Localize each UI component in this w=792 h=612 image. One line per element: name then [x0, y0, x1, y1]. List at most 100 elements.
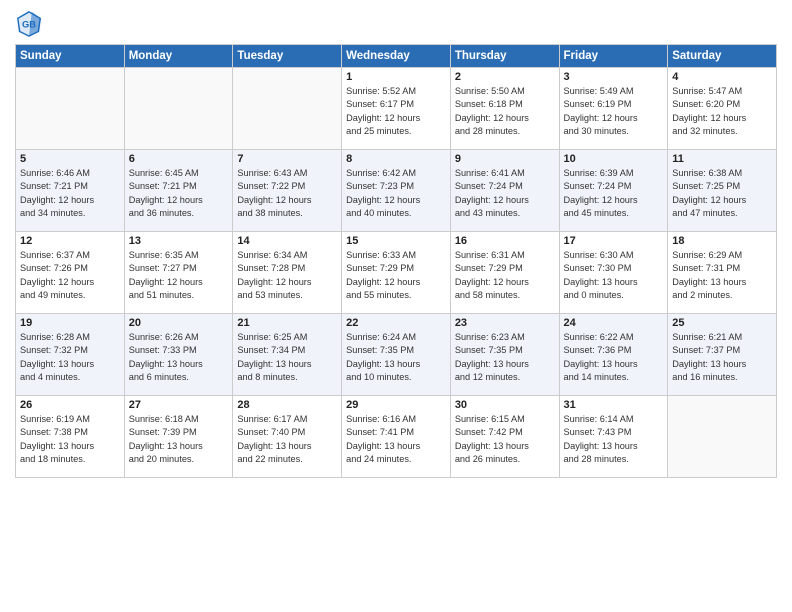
day-number: 13 [129, 235, 229, 247]
page: GB SundayMondayTuesdayWednesdayThursdayF… [0, 0, 792, 612]
calendar-cell: 21 Sunrise: 6:25 AM Sunset: 7:34 PM Dayli… [233, 314, 342, 396]
calendar-cell: 1 Sunrise: 5:52 AM Sunset: 6:17 PM Daylig… [342, 68, 451, 150]
day-number: 19 [20, 317, 120, 329]
day-info: Sunrise: 6:24 AM Sunset: 7:35 PM Dayligh… [346, 331, 446, 384]
logo: GB [15, 10, 46, 38]
day-number: 16 [455, 235, 555, 247]
day-number: 28 [237, 399, 337, 411]
day-number: 30 [455, 399, 555, 411]
calendar-cell: 11 Sunrise: 6:38 AM Sunset: 7:25 PM Dayli… [668, 150, 777, 232]
day-number: 8 [346, 153, 446, 165]
weekday-header-wednesday: Wednesday [342, 45, 451, 68]
day-number: 18 [672, 235, 772, 247]
day-info: Sunrise: 6:21 AM Sunset: 7:37 PM Dayligh… [672, 331, 772, 384]
calendar-cell: 23 Sunrise: 6:23 AM Sunset: 7:35 PM Dayli… [450, 314, 559, 396]
day-number: 31 [564, 399, 664, 411]
calendar-cell: 18 Sunrise: 6:29 AM Sunset: 7:31 PM Dayli… [668, 232, 777, 314]
calendar-cell: 13 Sunrise: 6:35 AM Sunset: 7:27 PM Dayli… [124, 232, 233, 314]
day-info: Sunrise: 6:25 AM Sunset: 7:34 PM Dayligh… [237, 331, 337, 384]
calendar-cell: 27 Sunrise: 6:18 AM Sunset: 7:39 PM Dayli… [124, 396, 233, 478]
day-number: 25 [672, 317, 772, 329]
calendar-cell: 30 Sunrise: 6:15 AM Sunset: 7:42 PM Dayli… [450, 396, 559, 478]
day-number: 11 [672, 153, 772, 165]
calendar-cell: 26 Sunrise: 6:19 AM Sunset: 7:38 PM Dayli… [16, 396, 125, 478]
day-info: Sunrise: 6:35 AM Sunset: 7:27 PM Dayligh… [129, 249, 229, 302]
calendar-cell: 24 Sunrise: 6:22 AM Sunset: 7:36 PM Dayli… [559, 314, 668, 396]
day-number: 27 [129, 399, 229, 411]
weekday-header-friday: Friday [559, 45, 668, 68]
day-info: Sunrise: 6:23 AM Sunset: 7:35 PM Dayligh… [455, 331, 555, 384]
svg-text:GB: GB [22, 20, 36, 30]
calendar-cell [124, 68, 233, 150]
day-info: Sunrise: 5:52 AM Sunset: 6:17 PM Dayligh… [346, 85, 446, 138]
day-number: 22 [346, 317, 446, 329]
calendar-cell [668, 396, 777, 478]
day-info: Sunrise: 6:28 AM Sunset: 7:32 PM Dayligh… [20, 331, 120, 384]
day-info: Sunrise: 6:26 AM Sunset: 7:33 PM Dayligh… [129, 331, 229, 384]
calendar-week-5: 26 Sunrise: 6:19 AM Sunset: 7:38 PM Dayli… [16, 396, 777, 478]
calendar-cell [233, 68, 342, 150]
day-info: Sunrise: 5:50 AM Sunset: 6:18 PM Dayligh… [455, 85, 555, 138]
day-info: Sunrise: 6:33 AM Sunset: 7:29 PM Dayligh… [346, 249, 446, 302]
day-number: 10 [564, 153, 664, 165]
day-number: 21 [237, 317, 337, 329]
calendar-cell: 5 Sunrise: 6:46 AM Sunset: 7:21 PM Daylig… [16, 150, 125, 232]
calendar-cell: 6 Sunrise: 6:45 AM Sunset: 7:21 PM Daylig… [124, 150, 233, 232]
day-number: 1 [346, 71, 446, 83]
calendar-cell: 2Sunrise: 5:50 AM Sunset: 6:18 PM Daylig… [450, 68, 559, 150]
day-number: 12 [20, 235, 120, 247]
calendar: SundayMondayTuesdayWednesdayThursdayFrid… [15, 44, 777, 478]
day-info: Sunrise: 6:14 AM Sunset: 7:43 PM Dayligh… [564, 413, 664, 466]
day-info: Sunrise: 6:16 AM Sunset: 7:41 PM Dayligh… [346, 413, 446, 466]
day-info: Sunrise: 6:30 AM Sunset: 7:30 PM Dayligh… [564, 249, 664, 302]
day-number: 3 [564, 71, 664, 83]
calendar-cell: 3 Sunrise: 5:49 AM Sunset: 6:19 PM Daylig… [559, 68, 668, 150]
day-info: Sunrise: 6:34 AM Sunset: 7:28 PM Dayligh… [237, 249, 337, 302]
day-info: Sunrise: 6:22 AM Sunset: 7:36 PM Dayligh… [564, 331, 664, 384]
header: GB [15, 10, 777, 38]
day-number: 5 [20, 153, 120, 165]
calendar-cell: 9 Sunrise: 6:41 AM Sunset: 7:24 PM Daylig… [450, 150, 559, 232]
day-info: Sunrise: 6:39 AM Sunset: 7:24 PM Dayligh… [564, 167, 664, 220]
day-info: Sunrise: 5:49 AM Sunset: 6:19 PM Dayligh… [564, 85, 664, 138]
logo-icon: GB [15, 10, 43, 38]
day-info: Sunrise: 6:38 AM Sunset: 7:25 PM Dayligh… [672, 167, 772, 220]
weekday-header-saturday: Saturday [668, 45, 777, 68]
day-info: Sunrise: 6:41 AM Sunset: 7:24 PM Dayligh… [455, 167, 555, 220]
day-info: Sunrise: 6:19 AM Sunset: 7:38 PM Dayligh… [20, 413, 120, 466]
calendar-cell: 7Sunrise: 6:43 AM Sunset: 7:22 PM Daylig… [233, 150, 342, 232]
calendar-cell: 20 Sunrise: 6:26 AM Sunset: 7:33 PM Dayli… [124, 314, 233, 396]
weekday-header-thursday: Thursday [450, 45, 559, 68]
day-number: 20 [129, 317, 229, 329]
day-info: Sunrise: 6:18 AM Sunset: 7:39 PM Dayligh… [129, 413, 229, 466]
calendar-cell: 12 Sunrise: 6:37 AM Sunset: 7:26 PM Dayli… [16, 232, 125, 314]
day-number: 24 [564, 317, 664, 329]
day-number: 26 [20, 399, 120, 411]
weekday-header-tuesday: Tuesday [233, 45, 342, 68]
calendar-cell: 15 Sunrise: 6:33 AM Sunset: 7:29 PM Dayli… [342, 232, 451, 314]
day-number: 23 [455, 317, 555, 329]
day-number: 6 [129, 153, 229, 165]
calendar-cell: 25 Sunrise: 6:21 AM Sunset: 7:37 PM Dayli… [668, 314, 777, 396]
calendar-cell: 8Sunrise: 6:42 AM Sunset: 7:23 PM Daylig… [342, 150, 451, 232]
calendar-cell: 4Sunrise: 5:47 AM Sunset: 6:20 PM Daylig… [668, 68, 777, 150]
day-number: 15 [346, 235, 446, 247]
day-info: Sunrise: 6:29 AM Sunset: 7:31 PM Dayligh… [672, 249, 772, 302]
calendar-cell: 17Sunrise: 6:30 AM Sunset: 7:30 PM Dayli… [559, 232, 668, 314]
day-info: Sunrise: 6:46 AM Sunset: 7:21 PM Dayligh… [20, 167, 120, 220]
calendar-week-2: 5 Sunrise: 6:46 AM Sunset: 7:21 PM Daylig… [16, 150, 777, 232]
day-info: Sunrise: 6:15 AM Sunset: 7:42 PM Dayligh… [455, 413, 555, 466]
day-info: Sunrise: 6:43 AM Sunset: 7:22 PM Dayligh… [237, 167, 337, 220]
day-info: Sunrise: 6:45 AM Sunset: 7:21 PM Dayligh… [129, 167, 229, 220]
calendar-cell [16, 68, 125, 150]
calendar-cell: 29 Sunrise: 6:16 AM Sunset: 7:41 PM Dayli… [342, 396, 451, 478]
calendar-cell: 10 Sunrise: 6:39 AM Sunset: 7:24 PM Dayli… [559, 150, 668, 232]
calendar-week-4: 19 Sunrise: 6:28 AM Sunset: 7:32 PM Dayli… [16, 314, 777, 396]
day-number: 29 [346, 399, 446, 411]
day-info: Sunrise: 6:37 AM Sunset: 7:26 PM Dayligh… [20, 249, 120, 302]
day-info: Sunrise: 6:17 AM Sunset: 7:40 PM Dayligh… [237, 413, 337, 466]
day-number: 9 [455, 153, 555, 165]
calendar-cell: 22 Sunrise: 6:24 AM Sunset: 7:35 PM Dayli… [342, 314, 451, 396]
weekday-header-monday: Monday [124, 45, 233, 68]
calendar-cell: 28 Sunrise: 6:17 AM Sunset: 7:40 PM Dayli… [233, 396, 342, 478]
